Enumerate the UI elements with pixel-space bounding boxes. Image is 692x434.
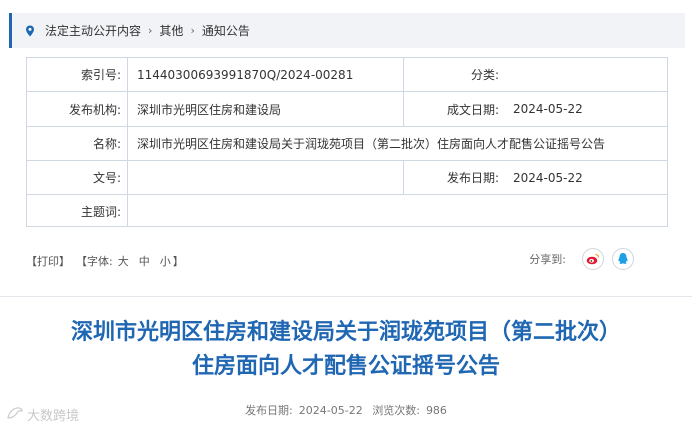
article-meta: 发布日期: 2024-05-22 浏览次数: 986 <box>0 402 692 418</box>
font-size-suffix: 】 <box>172 255 184 268</box>
breadcrumb-item-notice[interactable]: 通知公告 <box>202 22 250 39</box>
document-info-table: 索引号: 11440300693991870Q/2024-00281 分类: 发… <box>26 57 668 227</box>
published-date-label: 发布日期: <box>446 171 499 185</box>
section-divider <box>0 296 692 297</box>
article-title-line1: 深圳市光明区住房和建设局关于润珑苑项目（第二批次） <box>70 320 621 345</box>
article-title: 深圳市光明区住房和建设局关于润珑苑项目（第二批次） 住房面向人才配售公证摇号公告 <box>0 316 692 384</box>
breadcrumb-separator: › <box>190 24 195 37</box>
issuer-label: 发布机构: <box>68 102 121 117</box>
subject-label: 主题词: <box>80 204 121 219</box>
publish-date-value: 2024-05-22 <box>298 404 363 417</box>
index-label: 索引号: <box>80 68 121 82</box>
article-title-line2: 住房面向人才配售公证摇号公告 <box>191 354 500 379</box>
breadcrumb: 法定主动公开内容 › 其他 › 通知公告 <box>9 13 685 48</box>
article-toolbar: 【打印】 【字体: 大 中 小 】 分享到: <box>26 246 668 276</box>
font-size-prefix: 【字体: <box>76 255 113 268</box>
font-small-button[interactable]: 小 <box>160 253 171 269</box>
issuer-value: 深圳市光明区住房和建设局 <box>137 102 282 117</box>
breadcrumb-item-disclosure[interactable]: 法定主动公开内容 <box>45 22 141 39</box>
breadcrumb-item-other[interactable]: 其他 <box>159 22 183 39</box>
info-row-index: 索引号: 11440300693991870Q/2024-00281 分类: <box>27 58 667 92</box>
font-large-button[interactable]: 大 <box>118 253 129 269</box>
location-pin-icon <box>23 24 37 38</box>
breadcrumb-separator: › <box>148 24 153 37</box>
doc-number-label: 文号: <box>92 171 121 185</box>
font-medium-button[interactable]: 中 <box>139 253 150 269</box>
published-date-value: 2024-05-22 <box>513 170 583 185</box>
view-count-label: 浏览次数: <box>372 404 420 417</box>
created-date-value: 2024-05-22 <box>513 102 583 116</box>
category-label: 分类: <box>470 68 499 82</box>
watermark-text: 大数跨境 <box>27 409 80 424</box>
view-count-value: 986 <box>425 404 447 417</box>
index-value: 11440300693991870Q/2024-00281 <box>137 67 354 82</box>
watermark: 大数跨境 <box>6 405 79 424</box>
info-row-issuer: 发布机构: 深圳市光明区住房和建设局 成文日期: 2024-05-22 <box>27 92 667 127</box>
print-button[interactable]: 【打印】 <box>26 253 70 269</box>
info-row-name: 名称: 深圳市光明区住房和建设局关于润珑苑项目（第二批次）住房面向人才配售公证摇… <box>27 127 667 161</box>
created-date-label: 成文日期: <box>446 102 499 117</box>
share-bar: 分享到: <box>529 248 634 270</box>
weibo-icon[interactable] <box>582 248 604 270</box>
name-label: 名称: <box>92 137 121 151</box>
publish-date-label: 发布日期: <box>245 404 293 417</box>
watermark-logo-icon <box>6 406 24 424</box>
share-label: 分享到: <box>529 253 566 266</box>
info-row-subject: 主题词: <box>27 195 667 227</box>
info-row-docno: 文号: 发布日期: 2024-05-22 <box>27 161 667 195</box>
qq-icon[interactable] <box>612 248 634 270</box>
name-value: 深圳市光明区住房和建设局关于润珑苑项目（第二批次）住房面向人才配售公证摇号公告 <box>137 137 606 151</box>
